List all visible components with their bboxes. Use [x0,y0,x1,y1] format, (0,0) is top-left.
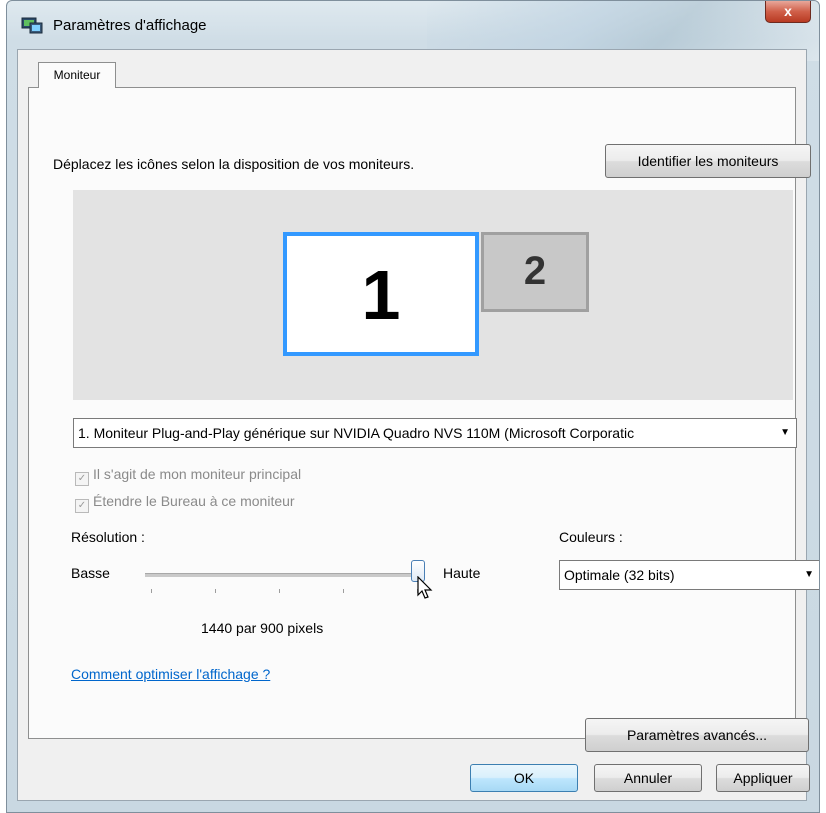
extend-desktop-label: Étendre le Bureau à ce moniteur [93,493,295,509]
slider-tick [279,589,280,593]
resolution-value-text: 1440 par 900 pixels [201,620,324,636]
cancel-button[interactable]: Annuler [594,764,702,792]
instruction-text: Déplacez les icônes selon la disposition… [53,156,415,172]
tab-panel-moniteur: Déplacez les icônes selon la disposition… [28,87,819,752]
window-frame: Paramètres d'affichage x Moniteur Déplac… [6,0,820,813]
resolution-slider-track[interactable] [145,573,425,577]
display-settings-icon [21,17,43,34]
monitor-1-icon[interactable]: 1 [283,232,479,356]
slider-tick [343,589,344,593]
resolution-label: Résolution : [71,529,145,545]
monitor-select-value: 1. Moniteur Plug-and-Play générique sur … [78,425,635,441]
title-bar[interactable]: Paramètres d'affichage x [7,1,819,49]
window-title: Paramètres d'affichage [53,17,207,34]
monitor-select[interactable]: 1. Moniteur Plug-and-Play générique sur … [73,418,797,448]
slider-tick [215,589,216,593]
primary-monitor-label: Il s'agit de mon moniteur principal [93,466,302,482]
dialog-client-area: Moniteur Déplacez les icônes selon la di… [17,49,819,801]
ok-button[interactable]: OK [470,764,578,792]
advanced-settings-button[interactable]: Paramètres avancés... [585,718,809,752]
resolution-high-label: Haute [443,565,481,581]
primary-monitor-checkbox[interactable]: ✓ Il s'agit de mon moniteur principal [75,466,301,486]
monitor-2-icon[interactable]: 2 [481,232,589,312]
help-link[interactable]: Comment optimiser l'affichage ? [71,666,270,682]
color-depth-value: Optimale (32 bits) [564,567,675,583]
mouse-cursor-icon [417,576,433,599]
checkbox-icon: ✓ [75,472,89,486]
identify-monitors-button[interactable]: Identifier les moniteurs [605,144,811,178]
color-depth-select[interactable]: Optimale (32 bits) ▼ [559,560,819,590]
chevron-down-icon: ▼ [804,569,814,580]
extend-desktop-checkbox[interactable]: ✓ Étendre le Bureau à ce moniteur [75,493,295,513]
tab-moniteur[interactable]: Moniteur [38,62,116,88]
slider-tick [151,589,152,593]
colors-label: Couleurs : [559,529,623,545]
apply-button[interactable]: Appliquer [716,764,810,792]
resolution-low-label: Basse [71,565,110,581]
checkbox-icon: ✓ [75,499,89,513]
chevron-down-icon: ▼ [780,427,790,438]
close-button[interactable]: x [765,1,811,23]
